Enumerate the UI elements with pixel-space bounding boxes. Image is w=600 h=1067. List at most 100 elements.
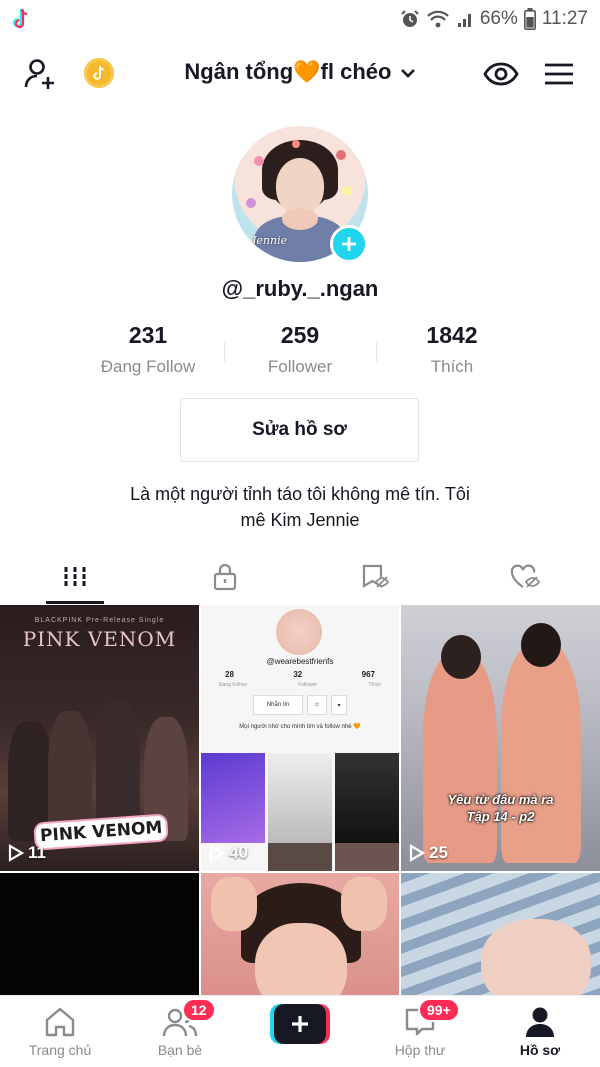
thumbnail-caption: Yêu từ đâu mà ra Tập 14 - p2: [401, 791, 600, 825]
followers-count: 259: [280, 322, 320, 348]
avatar-sticker: [292, 140, 300, 148]
avatar-sticker: [254, 156, 264, 166]
nav-create[interactable]: [240, 996, 360, 1067]
thumbnail-hand: [211, 877, 257, 931]
active-tab-indicator: [46, 601, 104, 604]
thumbnail-avatar: [276, 609, 322, 655]
thumbnail-more-button: ▾: [331, 695, 347, 715]
view-count-value: 25: [429, 843, 448, 862]
edit-profile-button[interactable]: Sửa hồ sơ: [180, 398, 419, 462]
signal-icon: [457, 14, 471, 27]
caption-line: Yêu từ đâu mà ra: [447, 792, 554, 807]
nav-profile-label: Hồ sơ: [519, 1042, 561, 1058]
clock: 11:27: [541, 8, 588, 29]
tab-liked[interactable]: [450, 552, 600, 602]
play-icon: [8, 844, 24, 862]
tab-videos[interactable]: [0, 552, 150, 602]
videos-grid-icon: [64, 567, 86, 587]
battery-percent: 66%: [479, 8, 518, 29]
battery-icon: [523, 8, 536, 30]
view-count: 40: [209, 843, 248, 863]
thumbnail-person: [501, 643, 581, 863]
thumbnail-face: [255, 923, 347, 1000]
followers-label: Follower: [267, 357, 333, 376]
hidden-likes-icon: [510, 564, 541, 588]
private-lock-icon: [213, 563, 237, 591]
nav-profile[interactable]: Hồ sơ: [480, 996, 600, 1067]
thumbnail-face: [481, 919, 591, 1000]
thumbnail-stat-labels: Đang Follow Follower Thích: [219, 682, 381, 688]
video-thumbnail[interactable]: @wearebestfrienfs 28 32 967 Đang Follow …: [201, 605, 399, 871]
view-count-value: 40: [229, 843, 248, 862]
play-icon: [209, 844, 225, 862]
friends-badge: 12: [182, 998, 216, 1022]
chevron-down-icon: [400, 69, 415, 79]
nav-inbox-label: Hộp thư: [394, 1042, 446, 1058]
video-thumbnail[interactable]: [0, 873, 199, 1000]
thumbnail-tile: [201, 753, 265, 843]
profile-header: Ngân tổng🧡fl chéo: [0, 44, 600, 104]
video-thumbnail[interactable]: BLACKPINK Pre-Release Single PINK VENOM …: [0, 605, 199, 871]
avatar-sticker: [246, 198, 256, 208]
thumbnail-username: @wearebestfrienfs: [266, 657, 334, 666]
following-count: 231: [128, 322, 168, 348]
profile-display-name: Ngân tổng🧡fl chéo: [184, 59, 392, 84]
bottom-navigation: Trang chủ Bạn bè 12 Hộp thư 99+ Hồ sơ: [0, 995, 600, 1067]
profile-views-button[interactable]: [481, 54, 521, 94]
alarm-icon: [401, 10, 419, 27]
thumbnail-person: [423, 653, 497, 863]
hidden-favorites-icon: [362, 564, 390, 588]
thumbnail-subtitle: BLACKPINK Pre-Release Single: [34, 617, 165, 624]
add-avatar-button[interactable]: [330, 225, 368, 263]
thumbnail-stat-label: Đang Follow: [219, 682, 247, 688]
thumbnail-tile: [335, 753, 399, 843]
nav-home[interactable]: Trang chủ: [0, 996, 120, 1067]
avatar-face: [276, 158, 324, 214]
followers-stat[interactable]: 259 Follower: [230, 322, 370, 377]
thumbnail-stat: 32: [293, 670, 303, 679]
play-icon: [409, 844, 425, 862]
stat-divider: [224, 342, 225, 362]
video-thumbnail[interactable]: [201, 873, 399, 1000]
tab-favorites[interactable]: [300, 552, 450, 602]
menu-icon: [545, 63, 573, 85]
nav-friends[interactable]: Bạn bè 12: [120, 996, 240, 1067]
thumbnail-stat: 28: [225, 670, 234, 679]
stat-divider: [376, 342, 377, 362]
view-count: 11: [8, 843, 46, 863]
video-thumbnail[interactable]: [401, 873, 600, 1000]
thumbnail-user-button: ☺: [307, 695, 327, 715]
avatar-signature: Jennie: [252, 234, 288, 247]
thumbnail-tile: [268, 753, 332, 843]
nav-inbox[interactable]: Hộp thư 99+: [360, 996, 480, 1067]
thumbnail-tile: [268, 843, 332, 871]
thumbnail-stat: 967: [361, 670, 375, 679]
following-stat[interactable]: 231 Đang Follow: [78, 322, 218, 377]
home-icon: [45, 1007, 75, 1037]
status-bar: 66% 11:27: [0, 0, 600, 38]
thumbnail-stat-label: Follower: [298, 682, 318, 688]
menu-button[interactable]: [539, 54, 579, 94]
view-count-value: 11: [28, 843, 46, 862]
nav-friends-label: Bạn bè: [157, 1042, 203, 1058]
thumbnail-stats: 28 32 967: [225, 670, 375, 679]
tab-private[interactable]: [150, 552, 300, 602]
tiktok-notification-icon: [12, 8, 28, 29]
inbox-badge: 99+: [418, 998, 460, 1022]
thumbnail-hand: [341, 877, 387, 931]
profile-tabs: [0, 552, 600, 602]
create-button[interactable]: [270, 1004, 330, 1044]
bio-line: mê Kim Jennie: [240, 510, 360, 530]
nav-home-label: Trang chủ: [28, 1042, 92, 1058]
video-thumbnail[interactable]: Yêu từ đâu mà ra Tập 14 - p2 25: [401, 605, 600, 871]
avatar-hands: [282, 208, 318, 230]
likes-stat[interactable]: 1842 Thích: [382, 322, 522, 377]
thumbnail-message-button: Nhắn tin: [253, 695, 303, 715]
plus-icon: [342, 237, 356, 251]
likes-count: 1842: [426, 322, 478, 348]
thumbnail-stat-label: Thích: [368, 682, 381, 688]
likes-label: Thích: [430, 357, 474, 376]
avatar-sticker: [342, 186, 352, 196]
profile-icon: [526, 1007, 554, 1037]
profile-stats: 231 Đang Follow 259 Follower 1842 Thích: [0, 322, 600, 382]
